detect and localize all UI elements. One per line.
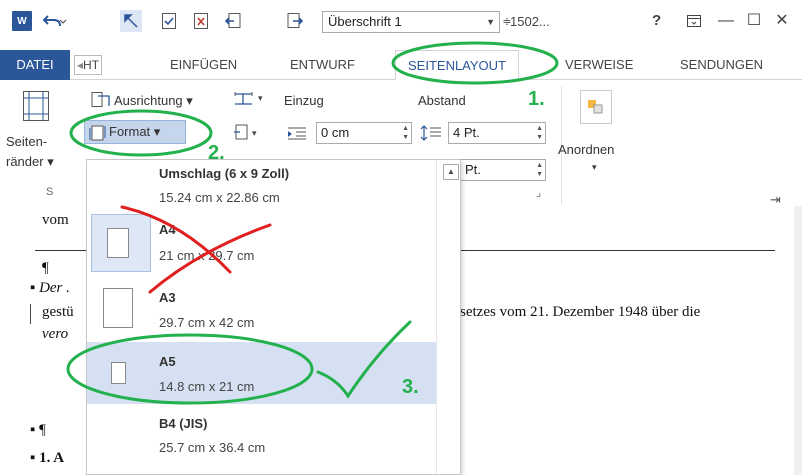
paper-size-dimensions: 25.7 cm x 36.4 cm	[159, 440, 266, 455]
dialog-launcher-icon[interactable]: ⌟	[536, 186, 541, 199]
paper-size-item-a3[interactable]: A3 29.7 cm x 42 cm	[87, 278, 460, 340]
paper-size-dimensions: 14.8 cm x 21 cm	[159, 379, 255, 394]
indent-left-value: 0 cm	[321, 125, 350, 140]
doc-text-line: gestü	[42, 304, 74, 320]
style-selector[interactable]: Überschrift 1 ▼	[322, 11, 500, 33]
dropdown-scrollbar[interactable]	[436, 160, 460, 474]
spacing-title: Abstand	[418, 93, 466, 108]
number-field[interactable]: 1502...	[510, 14, 550, 29]
margins-icon[interactable]	[22, 90, 50, 125]
doc-heading: ▪ 1. A	[30, 450, 65, 466]
paper-size-dimensions: 29.7 cm x 42 cm	[159, 315, 255, 330]
tab-file[interactable]: DATEI	[0, 50, 70, 80]
margins-label[interactable]: Seiten-	[6, 134, 47, 149]
page-thumbnail	[103, 288, 133, 328]
style-selector-value: Überschrift 1	[328, 14, 402, 29]
tab-scroll-left[interactable]: ◂HT	[74, 55, 102, 75]
svg-text:▾: ▾	[258, 93, 263, 103]
tab-start-scrolled: HT	[83, 58, 100, 72]
doc-bullet-line: ▪ Der .	[30, 280, 70, 296]
paper-size-dimensions: 15.24 cm x 22.86 cm	[159, 190, 280, 205]
vertical-scrollbar[interactable]	[794, 206, 802, 475]
breaks-icon[interactable]: ▾	[232, 123, 268, 144]
paper-size-item-b4-jis[interactable]: B4 (JIS) 25.7 cm x 36.4 cm	[87, 410, 460, 472]
orientation-icon	[90, 91, 112, 112]
spin-arrows-icon[interactable]: ▲ ▼	[536, 124, 543, 142]
paper-size-name: B4 (JIS)	[159, 416, 208, 431]
close-button[interactable]: ✕	[770, 10, 794, 32]
paper-size-dropdown: Umschlag (6 x 9 Zoll) 15.24 cm x 22.86 c…	[86, 159, 461, 475]
format-painter-icon[interactable]	[120, 10, 142, 32]
indent-left-input[interactable]: 0 cm ▲ ▼	[316, 122, 412, 144]
arrange-button[interactable]: Anordnen	[558, 142, 614, 157]
maximize-button[interactable]: ☐	[742, 10, 766, 32]
minimize-button[interactable]: —	[714, 10, 738, 32]
undo-icon[interactable]	[40, 10, 70, 32]
ribbon-tab-row: DATEI ◂HT EINFÜGEN ENTWURF SEITENLAYOUT …	[0, 50, 802, 81]
margins-label-2[interactable]: ränder ▾	[6, 154, 54, 170]
svg-text:▾: ▾	[252, 128, 257, 138]
indent-left-icon	[288, 126, 308, 143]
doc-text-line: vero	[42, 326, 69, 342]
tab-insert[interactable]: EINFÜGEN	[170, 50, 237, 80]
title-bar: W Überschrift 1 ▼ ≑ 1502... ? — ☐ ✕	[0, 0, 802, 42]
annotation-step-2: 2.	[208, 142, 225, 164]
doc-text-line: vom	[42, 212, 69, 228]
paper-size-item-envelope[interactable]: Umschlag (6 x 9 Zoll) 15.24 cm x 22.86 c…	[87, 160, 460, 210]
next-change-icon[interactable]	[284, 10, 306, 32]
annotation-step-1: 1.	[528, 88, 545, 110]
format-size-label: Format ▾	[109, 124, 161, 139]
tab-design[interactable]: ENTWURF	[290, 50, 355, 80]
format-size-button[interactable]: Format ▾	[84, 120, 186, 144]
word-app-icon[interactable]: W	[12, 11, 32, 31]
paper-size-item-a4[interactable]: A4 21 cm x 29.7 cm	[87, 212, 460, 274]
spacing-after-value: Pt.	[465, 162, 481, 177]
columns-icon[interactable]: ▾	[232, 90, 268, 111]
paper-size-name: A5	[159, 354, 176, 369]
spin-arrows-icon[interactable]: ▲ ▼	[402, 124, 409, 142]
paper-size-name: Umschlag (6 x 9 Zoll)	[159, 166, 290, 181]
arrange-dropdown-icon[interactable]: ▾	[592, 162, 597, 173]
chevron-down-icon: ▼	[486, 17, 495, 27]
previous-change-icon[interactable]	[222, 10, 244, 32]
ribbon-display-icon[interactable]	[683, 10, 705, 32]
spin-arrows-icon[interactable]: ▲ ▼	[536, 161, 543, 179]
spacing-after-input[interactable]: Pt. ▲ ▼	[460, 159, 546, 181]
group-label-letter: S	[46, 186, 54, 198]
paper-size-name: A3	[159, 290, 176, 305]
arrange-icon[interactable]	[580, 90, 612, 124]
doc-text-line: setzes vom 21. Dezember 1948 über die	[460, 304, 701, 320]
paper-size-name: A4	[159, 222, 176, 237]
page-thumbnail	[107, 228, 129, 258]
spacing-before-value: 4 Pt.	[453, 125, 480, 140]
indent-title: Einzug	[284, 93, 324, 108]
tab-mailings[interactable]: SENDUNGEN	[680, 50, 763, 80]
tab-references[interactable]: VERWEISE	[565, 50, 633, 80]
tab-page-layout[interactable]: SEITENLAYOUT	[395, 50, 520, 81]
spacing-before-input[interactable]: 4 Pt. ▲ ▼	[448, 122, 546, 144]
spacing-before-icon	[420, 125, 442, 144]
doc-pilcrow: ▪ ¶	[30, 422, 46, 438]
doc-change-bar	[30, 304, 31, 324]
annotation-step-3: 3.	[402, 376, 419, 398]
page-thumbnail	[111, 362, 126, 384]
paper-size-dimensions: 21 cm x 29.7 cm	[159, 248, 255, 263]
doc-pilcrow: ¶	[42, 260, 49, 276]
help-button[interactable]: ?	[652, 12, 661, 29]
orientation-button[interactable]: Ausrichtung ▾	[114, 93, 193, 109]
reject-document-icon[interactable]	[190, 10, 212, 32]
scroll-up-icon[interactable]: ▲	[443, 164, 459, 180]
check-document-icon[interactable]	[158, 10, 180, 32]
